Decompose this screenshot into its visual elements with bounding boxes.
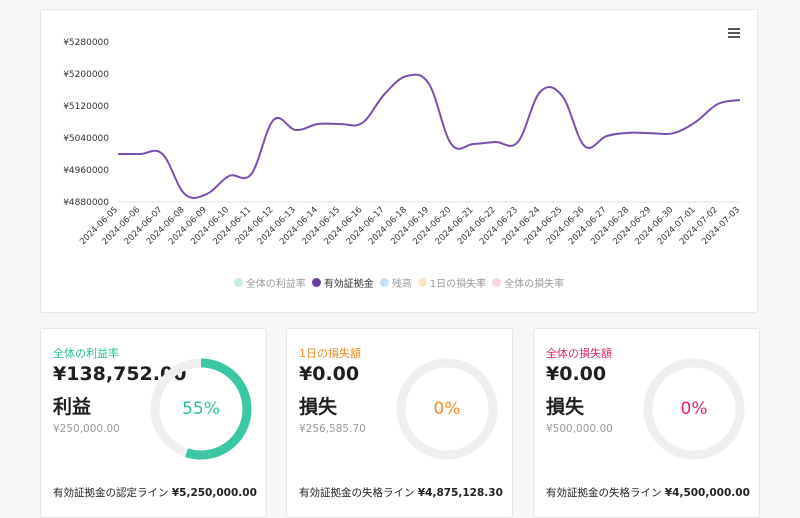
legend-marker-icon	[417, 278, 427, 287]
legend-label: 全体の損失率	[504, 279, 565, 290]
legend-item[interactable]: 有効証拠金	[311, 275, 374, 290]
card-base-amount: ¥256,585.70	[299, 423, 366, 435]
y-tick-label: ¥5120000	[63, 102, 109, 112]
footer-value: ¥4,875,128.30	[417, 487, 503, 499]
card-footer: 有効証拠金の失格ライン ¥4,500,000.00	[546, 485, 750, 500]
card-amount: ¥0.00	[546, 363, 607, 385]
footer-value: ¥4,500,000.00	[664, 487, 750, 499]
footer-label: 有効証拠金の認定ライン	[53, 487, 172, 499]
progress-percent: 0%	[433, 399, 461, 419]
daily-loss-card: 1日の損失額 ¥0.00 損失 ¥256,585.70 有効証拠金の失格ライン ¥4,8…	[286, 328, 513, 518]
legend-label: 全体の利益率	[245, 279, 306, 290]
chart-legend: 全体の利益率 有効証拠金 残高 1日の損失率 全体の損失率	[41, 275, 757, 290]
card-status-word: 利益	[53, 396, 92, 418]
card-amount: ¥0.00	[299, 363, 360, 385]
overall-loss-card: 全体の損失額 ¥0.00 損失 ¥500,000.00 有効証拠金の失格ライン ¥4,5…	[533, 328, 760, 518]
legend-item[interactable]: 全体の損失率	[492, 275, 564, 290]
legend-marker-icon	[492, 278, 502, 287]
legend-label: 1日の損失率	[429, 279, 487, 290]
card-status-word: 損失	[299, 396, 338, 418]
y-tick-label: ¥5200000	[63, 70, 109, 80]
card-title: 全体の利益率	[53, 347, 119, 360]
card-footer: 有効証拠金の認定ライン ¥5,250,000.00	[53, 485, 257, 500]
equity-series-line[interactable]	[118, 73, 741, 200]
card-base-amount: ¥250,000.00	[53, 423, 120, 435]
equity-line-chart: ¥4880000 ¥4960000 ¥5040000 ¥5120000 ¥5200000…	[63, 38, 742, 247]
footer-label: 有効証拠金の失格ライン	[546, 487, 665, 499]
legend-marker-icon	[233, 278, 243, 287]
progress-percent: 55%	[182, 399, 220, 419]
legend-marker-icon	[311, 278, 321, 287]
chart-menu-icon[interactable]	[728, 28, 740, 38]
card-base-amount: ¥500,000.00	[546, 423, 613, 435]
progress-percent: 0%	[680, 399, 708, 419]
legend-marker-icon	[379, 278, 389, 287]
legend-label: 有効証拠金	[323, 279, 374, 290]
card-title: 1日の損失額	[299, 347, 361, 360]
legend-item[interactable]: 1日の損失率	[417, 275, 487, 290]
chart-card: ¥4880000 ¥4960000 ¥5040000 ¥5120000 ¥5200000…	[40, 9, 758, 313]
y-tick-label: ¥4960000	[63, 166, 109, 176]
legend-item[interactable]: 全体の利益率	[233, 275, 306, 290]
y-tick-label: ¥5040000	[63, 134, 109, 144]
card-title: 全体の損失額	[546, 347, 612, 360]
y-tick-label: ¥5280000	[63, 38, 109, 48]
card-status-word: 損失	[546, 396, 585, 418]
legend-label: 残高	[391, 279, 412, 290]
card-footer: 有効証拠金の失格ライン ¥4,875,128.30	[299, 485, 503, 500]
y-tick-label: ¥4880000	[63, 198, 109, 208]
footer-value: ¥5,250,000.00	[171, 487, 257, 499]
legend-item[interactable]: 残高	[379, 275, 412, 290]
footer-label: 有効証拠金の失格ライン	[299, 487, 418, 499]
overall-profit-card: 全体の利益率 ¥138,752.00 利益 ¥250,000.00 有効証拠金の認定ライ…	[40, 328, 267, 518]
